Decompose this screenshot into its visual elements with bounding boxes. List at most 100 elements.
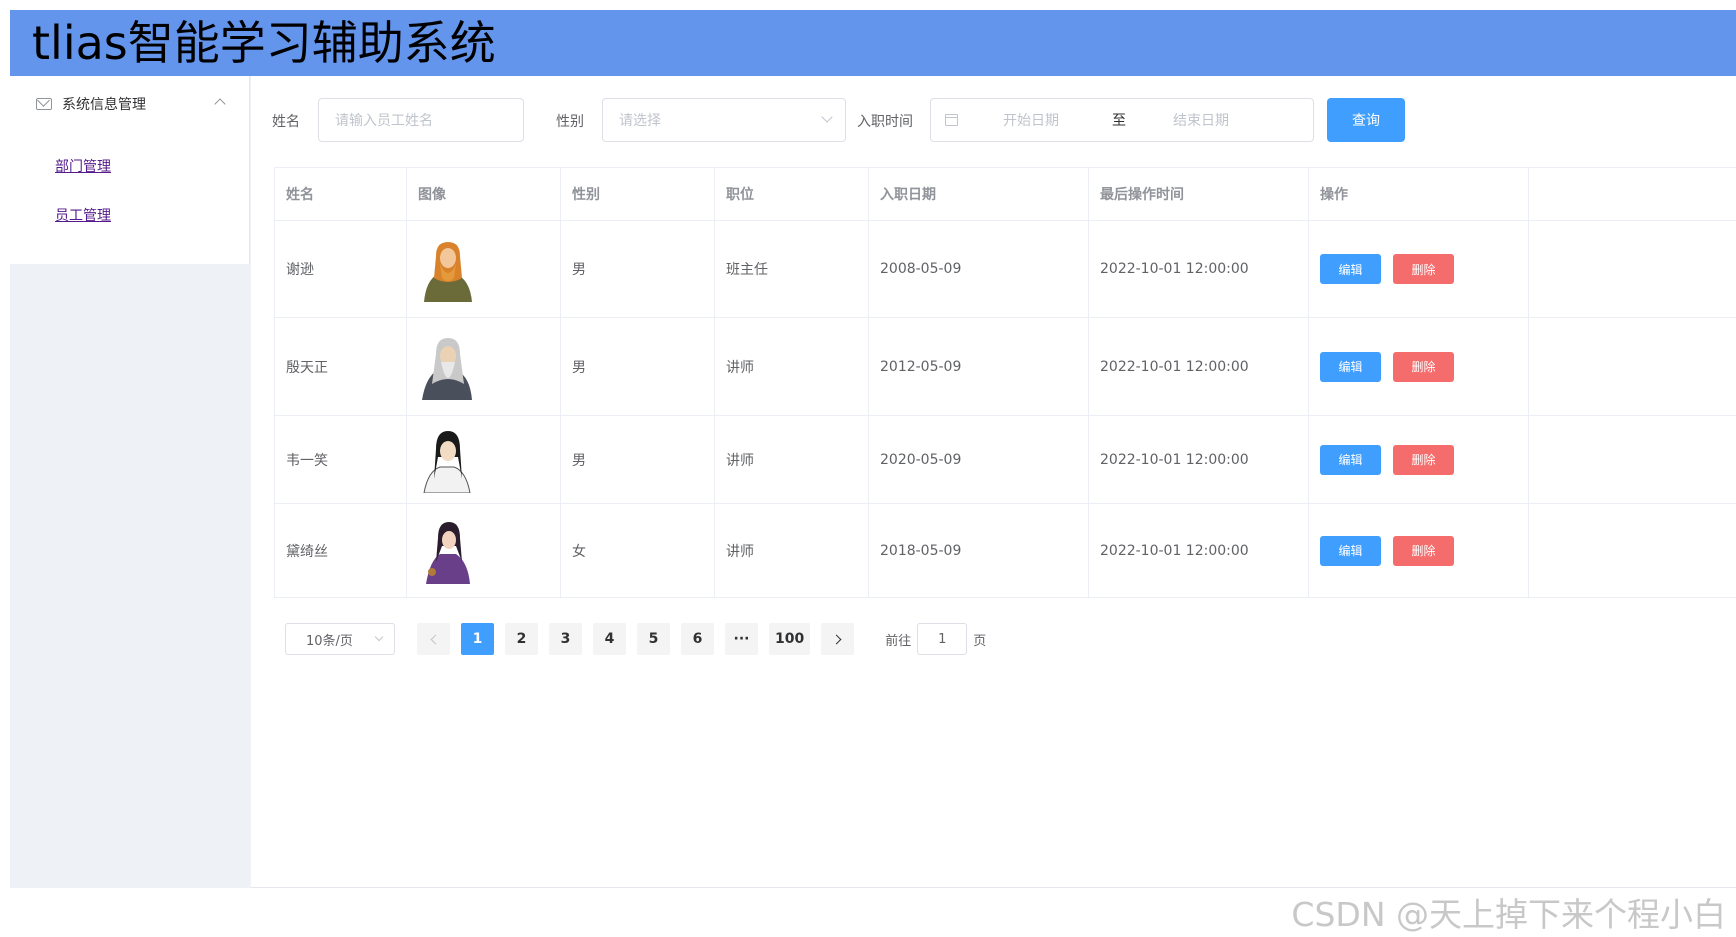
col-header-gender: 性别 — [561, 168, 715, 220]
delete-button[interactable]: 删除 — [1393, 444, 1454, 475]
col-header-job: 职位 — [715, 168, 869, 220]
avatar-image — [426, 521, 470, 584]
watermark-text: CSDN @天上掉下来个程小白 — [1291, 895, 1726, 934]
cell-job: 讲师 — [715, 416, 869, 503]
edit-button[interactable]: 编辑 — [1320, 444, 1381, 475]
page-button-1[interactable]: 1 — [461, 623, 494, 655]
name-input[interactable]: 请输入员工姓名 — [318, 98, 524, 142]
chevron-right-icon — [831, 634, 842, 644]
goto-page-input[interactable]: 1 — [917, 623, 968, 655]
page-button-100[interactable]: 100 — [769, 623, 811, 655]
submenu-system-info[interactable]: 系统信息管理 — [10, 76, 250, 132]
table-row: 殷天正 男 讲师 2012-05-09 2022-10-01 12:00:00 … — [275, 318, 1736, 416]
sidebar-item-dept[interactable]: 部门管理 — [55, 156, 111, 176]
name-label: 姓名 — [272, 114, 300, 130]
cell-filler — [1529, 221, 1736, 317]
col-header-name: 姓名 — [275, 168, 407, 220]
cell-gender: 男 — [561, 416, 715, 503]
cell-name: 谢逊 — [275, 221, 407, 317]
cell-job: 讲师 — [715, 504, 869, 597]
pagination: 10条/页 1 2 3 4 5 6 ··· 100 前往 1 页 — [285, 623, 986, 655]
cell-entry-date: 2012-05-09 — [869, 318, 1089, 415]
cell-image — [407, 318, 561, 415]
cell-update-time: 2022-10-01 12:00:00 — [1089, 221, 1309, 317]
cell-entry-date: 2008-05-09 — [869, 221, 1089, 317]
page-button-3[interactable]: 3 — [549, 623, 582, 655]
range-separator: 至 — [1112, 113, 1126, 129]
cell-job: 讲师 — [715, 318, 869, 415]
table-row: 黛绮丝 女 讲师 2018-05-09 2022-10-01 12:00:00 … — [275, 504, 1736, 598]
sidebar-menu: 系统信息管理 部门管理 员工管理 — [10, 76, 250, 264]
sidebar-item-emp[interactable]: 员工管理 — [55, 205, 111, 225]
col-header-filler — [1529, 168, 1736, 220]
page-button-2[interactable]: 2 — [505, 623, 538, 655]
cell-actions: 编辑 删除 — [1309, 416, 1529, 503]
chevron-up-icon — [214, 98, 226, 110]
cell-gender: 男 — [561, 221, 715, 317]
next-page-button[interactable] — [821, 623, 855, 655]
name-placeholder: 请输入员工姓名 — [335, 113, 433, 129]
cell-gender: 男 — [561, 318, 715, 415]
gender-select[interactable]: 请选择 — [602, 98, 846, 142]
page-button-6[interactable]: 6 — [681, 623, 714, 655]
delete-button[interactable]: 删除 — [1393, 351, 1454, 382]
cell-filler — [1529, 416, 1736, 503]
cell-name: 殷天正 — [275, 318, 407, 415]
date-label: 入职时间 — [857, 114, 913, 130]
gender-placeholder: 请选择 — [619, 113, 661, 129]
cell-update-time: 2022-10-01 12:00:00 — [1089, 504, 1309, 597]
page-size-select[interactable]: 10条/页 — [285, 623, 395, 655]
cell-image — [407, 416, 561, 503]
cell-actions: 编辑 删除 — [1309, 504, 1529, 597]
col-header-entry-date: 入职日期 — [869, 168, 1089, 220]
chevron-down-icon — [374, 632, 384, 642]
cell-image — [407, 221, 561, 317]
goto-prefix: 前往 — [885, 633, 912, 649]
edit-button[interactable]: 编辑 — [1320, 254, 1381, 284]
avatar-image — [424, 242, 472, 302]
goto-suffix: 页 — [973, 633, 987, 649]
page-ellipsis-button[interactable]: ··· — [725, 623, 758, 655]
app-title: tlias智能学习辅助系统 — [32, 16, 496, 70]
chevron-down-icon — [821, 111, 833, 123]
cell-update-time: 2022-10-01 12:00:00 — [1089, 318, 1309, 415]
app-header: tlias智能学习辅助系统 — [10, 10, 1736, 76]
submenu-label: 系统信息管理 — [62, 97, 146, 113]
cell-name: 韦一笑 — [275, 416, 407, 503]
page-button-4[interactable]: 4 — [593, 623, 626, 655]
calendar-icon — [945, 114, 958, 126]
start-date-input[interactable]: 开始日期 — [1003, 110, 1059, 130]
cell-actions: 编辑 删除 — [1309, 318, 1529, 415]
delete-button[interactable]: 删除 — [1393, 535, 1454, 566]
page-size-value: 10条/页 — [306, 633, 353, 649]
page-button-5[interactable]: 5 — [637, 623, 670, 655]
cell-image — [407, 504, 561, 597]
date-range-picker[interactable]: 开始日期 至 结束日期 — [930, 98, 1314, 142]
col-header-image: 图像 — [407, 168, 561, 220]
mail-icon — [36, 98, 52, 110]
delete-button[interactable]: 删除 — [1393, 254, 1454, 284]
table-row: 韦一笑 男 讲师 2020-05-09 2022-10-01 12:00:00 … — [275, 416, 1736, 504]
prev-page-button[interactable] — [417, 623, 450, 655]
cell-entry-date: 2020-05-09 — [869, 416, 1089, 503]
end-date-input[interactable]: 结束日期 — [1173, 110, 1229, 130]
col-header-actions: 操作 — [1309, 168, 1529, 220]
employee-table: 姓名 图像 性别 职位 入职日期 最后操作时间 操作 谢逊 男 班主任 2008… — [274, 167, 1736, 598]
cell-job: 班主任 — [715, 221, 869, 317]
query-button[interactable]: 查询 — [1327, 98, 1405, 142]
col-header-update-time: 最后操作时间 — [1089, 168, 1309, 220]
edit-button[interactable]: 编辑 — [1320, 351, 1381, 382]
gender-label: 性别 — [556, 114, 584, 130]
cell-entry-date: 2018-05-09 — [869, 504, 1089, 597]
table-header-row: 姓名 图像 性别 职位 入职日期 最后操作时间 操作 — [275, 168, 1736, 221]
cell-filler — [1529, 318, 1736, 415]
cell-name: 黛绮丝 — [275, 504, 407, 597]
cell-actions: 编辑 删除 — [1309, 221, 1529, 317]
chevron-left-icon — [430, 634, 440, 644]
avatar-image — [422, 337, 472, 400]
cell-update-time: 2022-10-01 12:00:00 — [1089, 416, 1309, 503]
cell-gender: 女 — [561, 504, 715, 597]
edit-button[interactable]: 编辑 — [1320, 535, 1381, 566]
cell-filler — [1529, 504, 1736, 597]
avatar-image — [423, 430, 471, 493]
